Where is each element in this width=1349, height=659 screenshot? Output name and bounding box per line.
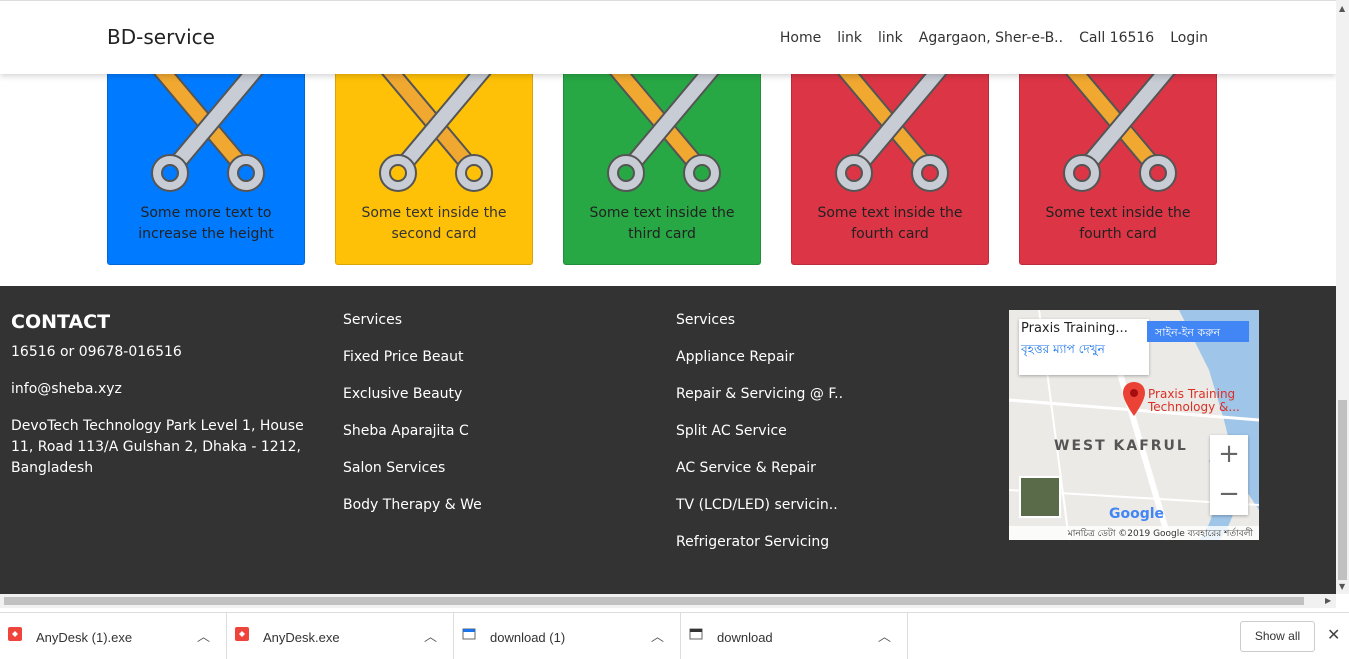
col1-link[interactable]: Salon Services <box>343 460 445 476</box>
map-zoom-controls: + − <box>1210 435 1248 515</box>
navbar: BD-service Home link link Agargaon, Sher… <box>0 0 1336 74</box>
col2-link[interactable]: Repair & Servicing @ F.. <box>676 386 843 402</box>
contact-address: DevoTech Technology Park Level 1, House … <box>11 418 304 476</box>
card-text: Some text inside the second card <box>361 205 507 242</box>
zoom-out-button[interactable]: − <box>1210 475 1248 515</box>
horizontal-scroll-thumb[interactable] <box>4 597 1304 605</box>
nav-location[interactable]: Agargaon, Sher-e-B.. <box>919 30 1063 46</box>
footer: CONTACT 16516 or 09678-016516 info@sheba… <box>0 286 1336 594</box>
nav-login[interactable]: Login <box>1170 30 1208 46</box>
vertical-scroll-thumb[interactable] <box>1338 400 1347 580</box>
col2-heading: Services <box>676 312 736 328</box>
brand-logo[interactable]: BD-service <box>107 25 215 49</box>
map-view-larger-link[interactable]: বৃহত্তর ম্যাপ দেখুন <box>1021 341 1105 361</box>
col2-link[interactable]: Refrigerator Servicing <box>676 534 829 550</box>
download-item[interactable]: AnyDesk.exe ︿ <box>227 613 454 659</box>
col2-link[interactable]: Appliance Repair <box>676 349 794 365</box>
service-card[interactable]: Some text inside the fourth card <box>1019 50 1217 265</box>
map-place-title: Praxis Training... <box>1021 321 1128 336</box>
service-card[interactable]: Some more text to increase the height <box>107 50 305 265</box>
contact-phone: 16516 or 09678-016516 <box>11 344 182 360</box>
col1-link[interactable]: Fixed Price Beaut <box>343 349 464 365</box>
zoom-in-button[interactable]: + <box>1210 435 1248 475</box>
download-filename: AnyDesk (1).exe <box>36 630 133 645</box>
service-card[interactable]: Some text inside the second card <box>335 50 533 265</box>
file-icon <box>689 628 703 640</box>
nav-link-2[interactable]: link <box>878 30 903 46</box>
col1-link[interactable]: Sheba Aparajita C <box>343 423 469 439</box>
chevron-up-icon[interactable]: ︿ <box>651 626 664 645</box>
chevron-up-icon[interactable]: ︿ <box>197 626 210 645</box>
map-area-label: WEST KAFRUL <box>1054 438 1188 454</box>
map-marker-label: Praxis Training Technology &... <box>1148 388 1240 414</box>
anydesk-icon <box>8 627 22 641</box>
col1-link[interactable]: Exclusive Beauty <box>343 386 462 402</box>
download-item[interactable]: download (1) ︿ <box>454 613 681 659</box>
anydesk-icon <box>235 627 249 641</box>
download-bar: AnyDesk (1).exe ︿ AnyDesk.exe ︿ download… <box>0 612 1349 659</box>
close-icon[interactable]: ✕ <box>1327 625 1340 645</box>
google-logo: Google <box>1109 506 1165 522</box>
card-text: Some text inside the fourth card <box>817 205 963 242</box>
card-text: Some more text to increase the height <box>138 205 274 242</box>
vertical-scrollbar[interactable]: ▲ ▼ <box>1336 0 1349 594</box>
file-icon <box>462 628 476 640</box>
show-all-button[interactable]: Show all <box>1240 621 1315 652</box>
service-card[interactable]: Some text inside the fourth card <box>791 50 989 265</box>
col1-heading: Services <box>343 312 403 328</box>
embedded-map[interactable]: Praxis Training... বৃহত্তর ম্যাপ দেখুন স… <box>1009 310 1259 540</box>
download-filename: download <box>717 630 773 645</box>
map-marker-label-line: Technology &... <box>1148 400 1240 414</box>
chevron-up-icon[interactable]: ︿ <box>424 626 437 645</box>
col1-link[interactable]: Body Therapy & We <box>343 497 482 513</box>
download-filename: AnyDesk.exe <box>263 630 340 645</box>
contact-title: CONTACT <box>11 311 111 333</box>
map-attribution[interactable]: মানচিত্র ডেটা ©2019 Google ব্যবহারের শর্… <box>1009 526 1259 540</box>
map-marker-icon <box>1123 382 1145 416</box>
download-item[interactable]: download ︿ <box>681 613 908 659</box>
scroll-down-arrow[interactable]: ▼ <box>1339 582 1345 591</box>
nav-call[interactable]: Call 16516 <box>1079 30 1154 46</box>
page-viewport: Some more text to increase the height So… <box>0 0 1336 594</box>
map-satellite-toggle[interactable] <box>1019 476 1061 518</box>
col2-link[interactable]: Split AC Service <box>676 423 787 439</box>
contact-email[interactable]: info@sheba.xyz <box>11 379 321 400</box>
col2-link[interactable]: TV (LCD/LED) servicin.. <box>676 497 838 513</box>
service-card[interactable]: Some text inside the third card <box>563 50 761 265</box>
nav-links: Home link link Agargaon, Sher-e-B.. Call… <box>764 30 1208 46</box>
nav-link-1[interactable]: link <box>837 30 862 46</box>
scroll-up-arrow[interactable]: ▲ <box>1339 4 1345 13</box>
chevron-up-icon[interactable]: ︿ <box>878 626 891 645</box>
nav-home[interactable]: Home <box>780 30 821 46</box>
scroll-right-arrow[interactable]: ▶ <box>1325 596 1331 605</box>
download-filename: download (1) <box>490 630 566 645</box>
download-item[interactable]: AnyDesk (1).exe ︿ <box>0 613 227 659</box>
col2-link[interactable]: AC Service & Repair <box>676 460 816 476</box>
card-text: Some text inside the third card <box>589 205 735 242</box>
horizontal-scrollbar[interactable]: ▶ <box>0 594 1336 608</box>
map-signin-button[interactable]: সাইন-ইন করুন <box>1147 321 1249 342</box>
card-text: Some text inside the fourth card <box>1045 205 1191 242</box>
